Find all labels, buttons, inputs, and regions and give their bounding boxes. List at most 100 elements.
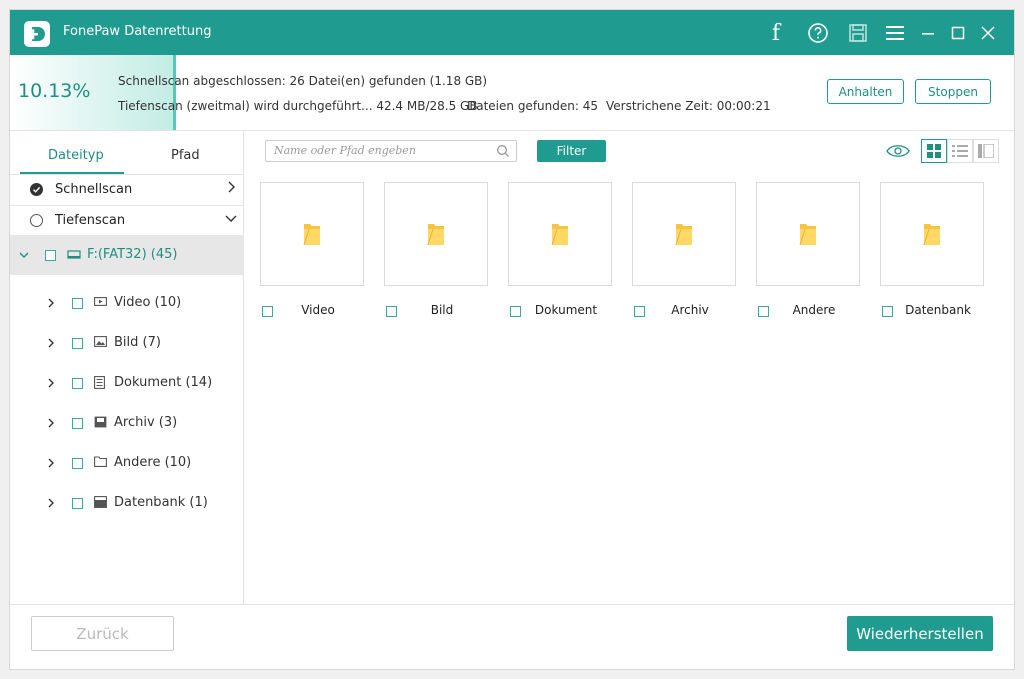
- scan-progress: 10.13%: [10, 55, 176, 130]
- detail-view-icon[interactable]: [973, 139, 999, 163]
- tree-item[interactable]: Bild (7): [10, 331, 244, 355]
- category-tile[interactable]: [756, 182, 860, 286]
- category-checkbox[interactable]: [262, 306, 273, 317]
- tree-item-checkbox[interactable]: [72, 498, 83, 509]
- folder-icon: [675, 221, 693, 251]
- list-view-icon[interactable]: [947, 139, 973, 163]
- drive-row[interactable]: F:(FAT32) (45): [10, 235, 244, 275]
- archive-icon: [94, 416, 107, 432]
- filter-button[interactable]: Filter: [537, 140, 606, 162]
- chevron-right-icon[interactable]: [45, 497, 57, 509]
- deepscan-row[interactable]: Tiefenscan: [10, 206, 244, 237]
- tree-item-label: Datenbank (1): [114, 495, 208, 510]
- menu-icon[interactable]: [882, 20, 908, 46]
- minimize-icon[interactable]: [915, 20, 941, 46]
- left-panel: Dateityp Pfad Schnellscan Tiefenscan F:(…: [10, 131, 244, 604]
- search-placeholder: Name oder Pfad engeben: [274, 144, 416, 157]
- elapsed-time: Verstrichene Zeit: 00:00:21: [606, 99, 771, 113]
- left-tabs: Dateityp Pfad: [10, 131, 244, 175]
- folder-icon: [923, 221, 941, 251]
- files-found-count: Dateien gefunden: 45: [467, 99, 598, 113]
- tree-item-checkbox[interactable]: [72, 458, 83, 469]
- category-checkbox[interactable]: [758, 306, 769, 317]
- deepscan-label: Tiefenscan: [55, 213, 126, 228]
- tree-item-label: Archiv (3): [114, 415, 178, 430]
- tree-item-label: Andere (10): [114, 455, 192, 470]
- deepscan-status: Tiefenscan (zweitmal) wird durchgeführt.…: [118, 99, 478, 113]
- quickscan-row[interactable]: Schnellscan: [10, 175, 244, 206]
- tab-file-type[interactable]: Dateityp: [48, 148, 104, 163]
- stop-button[interactable]: Stoppen: [915, 79, 991, 104]
- folder-icon: [303, 221, 321, 251]
- search-icon[interactable]: [496, 144, 510, 158]
- tree-item-label: Video (10): [114, 295, 182, 310]
- chevron-down-icon[interactable]: [18, 249, 30, 261]
- category-tile[interactable]: [508, 182, 612, 286]
- deepscan-radio[interactable]: [30, 214, 43, 227]
- tree-item-checkbox[interactable]: [72, 418, 83, 429]
- active-tab-indicator: [20, 172, 124, 174]
- tree-item-label: Bild (7): [114, 335, 161, 350]
- category-tile[interactable]: [260, 182, 364, 286]
- search-input[interactable]: Name oder Pfad engeben: [265, 140, 517, 162]
- maximize-icon[interactable]: [945, 20, 971, 46]
- grid-view-icon[interactable]: [921, 139, 947, 163]
- folder-icon: [799, 221, 817, 251]
- category-tile[interactable]: [632, 182, 736, 286]
- tree-item[interactable]: Archiv (3): [10, 411, 244, 435]
- chevron-right-icon[interactable]: [45, 417, 57, 429]
- save-icon[interactable]: [845, 20, 871, 46]
- tree-item-checkbox[interactable]: [72, 378, 83, 389]
- chevron-down-icon[interactable]: [224, 211, 238, 225]
- back-button[interactable]: Zurück: [31, 616, 174, 651]
- category-checkbox[interactable]: [386, 306, 397, 317]
- category-checkbox[interactable]: [510, 306, 521, 317]
- tree-item[interactable]: Datenbank (1): [10, 491, 244, 515]
- chevron-right-icon[interactable]: [45, 297, 57, 309]
- drive-icon: [67, 250, 81, 259]
- chevron-right-icon[interactable]: [45, 377, 57, 389]
- tree-item[interactable]: Dokument (14): [10, 371, 244, 395]
- image-icon: [94, 336, 107, 351]
- tree-item-checkbox[interactable]: [72, 338, 83, 349]
- tab-path[interactable]: Pfad: [171, 148, 200, 163]
- drive-checkbox[interactable]: [45, 250, 56, 261]
- pause-button[interactable]: Anhalten: [827, 79, 904, 104]
- tree-item-checkbox[interactable]: [72, 298, 83, 309]
- chevron-right-icon[interactable]: [45, 337, 57, 349]
- restore-button[interactable]: Wiederherstellen: [847, 616, 993, 651]
- chevron-right-icon[interactable]: [45, 457, 57, 469]
- category-tile[interactable]: [384, 182, 488, 286]
- facebook-icon[interactable]: f: [763, 20, 789, 46]
- category-label: Dokument: [534, 303, 598, 317]
- video-icon: [94, 296, 107, 311]
- database-icon: [94, 496, 107, 512]
- folder-icon: [94, 456, 107, 471]
- title-bar: FonePaw Datenrettung f: [10, 10, 1014, 55]
- category-label: Bild: [430, 303, 454, 317]
- category-checkbox[interactable]: [634, 306, 645, 317]
- category-checkbox[interactable]: [882, 306, 893, 317]
- app-window: FonePaw Datenrettung f 10.13% Schnellsca…: [9, 9, 1015, 670]
- tree-item[interactable]: Andere (10): [10, 451, 244, 475]
- chevron-right-icon[interactable]: [224, 180, 238, 194]
- help-icon[interactable]: [805, 20, 831, 46]
- category-tile[interactable]: [880, 182, 984, 286]
- app-logo-icon: [24, 21, 50, 47]
- quickscan-status: Schnellscan abgeschlossen: 26 Datei(en) …: [118, 74, 488, 88]
- category-label: Archiv: [671, 303, 709, 317]
- drive-label: F:(FAT32) (45): [87, 247, 178, 262]
- category-label: Datenbank: [905, 303, 971, 317]
- folder-icon: [427, 221, 445, 251]
- category-label: Andere: [792, 303, 836, 317]
- close-icon[interactable]: [975, 20, 1001, 46]
- bottom-bar: Zurück Wiederherstellen: [10, 604, 1014, 669]
- tree-item[interactable]: Video (10): [10, 291, 244, 315]
- content-toolbar: Name oder Pfad engeben Filter: [244, 131, 1014, 171]
- app-title: FonePaw Datenrettung: [63, 24, 212, 39]
- quickscan-radio[interactable]: [30, 183, 43, 196]
- document-icon: [94, 376, 105, 393]
- preview-eye-icon[interactable]: [885, 139, 911, 163]
- scan-progress-percent: 10.13%: [18, 80, 91, 102]
- quickscan-label: Schnellscan: [55, 182, 133, 197]
